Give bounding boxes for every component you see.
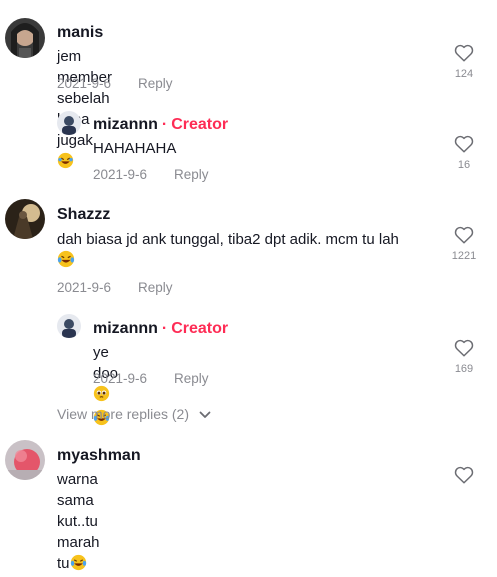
username[interactable]: manis	[57, 24, 103, 42]
comment-meta: 2021-9-6 Reply	[93, 167, 209, 182]
avatar[interactable]	[57, 314, 81, 338]
username[interactable]: mizannn · Creator	[93, 320, 228, 338]
reply-button[interactable]: Reply	[174, 371, 209, 386]
comment-text: warna sama kut..tu marah tu	[57, 469, 100, 577]
comment-meta: 2021-9-6 Reply	[57, 280, 173, 295]
avatar[interactable]	[5, 199, 45, 239]
comment-date: 2021-9-6	[93, 371, 148, 386]
like-button[interactable]: 1221	[444, 226, 484, 262]
tears-of-joy-emoji	[57, 250, 75, 274]
comment-text: HAHAHAHA	[93, 140, 177, 157]
comment-meta: 2021-9-6 Reply	[57, 76, 173, 91]
reply-button[interactable]: Reply	[138, 280, 173, 295]
heart-outline-icon	[454, 339, 474, 357]
reply-button[interactable]: Reply	[174, 167, 209, 182]
view-more-label: View more replies (2)	[57, 406, 190, 422]
like-button[interactable]: 169	[444, 339, 484, 375]
heart-outline-icon	[454, 226, 474, 244]
reply-button[interactable]: Reply	[138, 76, 173, 91]
comment-date: 2021-9-6	[93, 167, 148, 182]
creator-badge: Creator	[171, 116, 229, 133]
pleading-emoji	[93, 385, 110, 408]
username[interactable]: mizannn · Creator	[93, 116, 228, 134]
creator-badge: Creator	[171, 320, 229, 337]
chevron-down-icon	[199, 411, 211, 419]
like-count: 124	[454, 68, 474, 80]
comment-text: dah biasa jd ank tunggal, tiba2 dpt adik…	[57, 229, 427, 274]
comment-meta: 2021-9-6 Reply	[93, 371, 209, 386]
comment-date: 2021-9-6	[57, 76, 112, 91]
heart-outline-icon	[454, 466, 474, 484]
avatar[interactable]	[5, 18, 45, 58]
like-count: 1221	[451, 250, 477, 262]
badge-separator: ·	[161, 320, 168, 337]
heart-outline-icon	[454, 135, 474, 153]
comment-date: 2021-9-6	[57, 280, 112, 295]
like-count: 169	[454, 363, 474, 375]
avatar[interactable]	[57, 111, 81, 135]
like-button[interactable]	[444, 466, 484, 484]
like-button[interactable]: 16	[444, 135, 484, 171]
badge-separator: ·	[161, 116, 168, 133]
avatar[interactable]	[5, 440, 45, 480]
rofl-emoji	[57, 152, 74, 175]
view-more-replies-button[interactable]: View more replies (2)	[57, 406, 211, 422]
tears-of-joy-emoji	[70, 554, 87, 577]
username[interactable]: Shazzz	[57, 206, 110, 224]
heart-outline-icon	[454, 44, 474, 62]
username[interactable]: myashman	[57, 447, 141, 465]
like-count: 16	[457, 159, 471, 171]
like-button[interactable]: 124	[444, 44, 484, 80]
